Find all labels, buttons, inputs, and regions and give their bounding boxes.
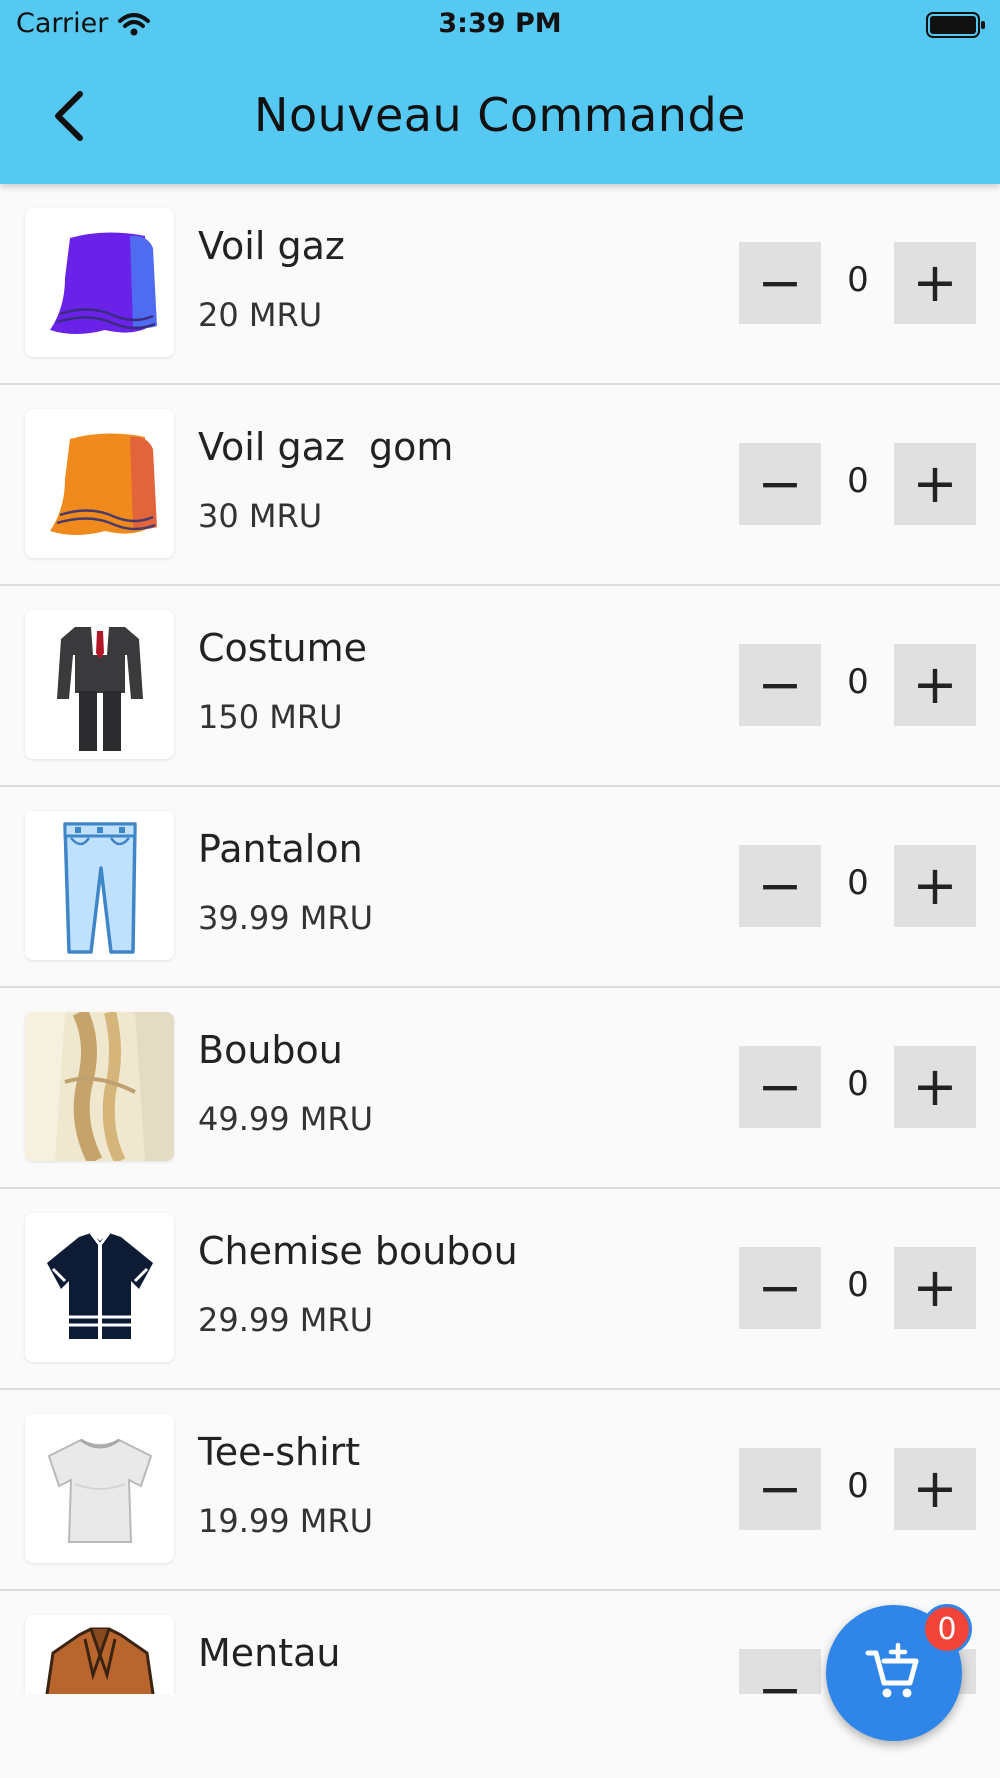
list-item: Pantalon 39.99 MRU − 0 +	[0, 787, 1000, 988]
product-image	[25, 1213, 174, 1362]
product-name: Boubou	[198, 1028, 343, 1072]
quantity-value: 0	[847, 863, 869, 903]
decrement-button[interactable]: −	[739, 1247, 821, 1329]
quantity-value: 0	[847, 1265, 869, 1305]
decrement-button[interactable]: −	[739, 443, 821, 525]
tshirt-icon	[47, 1438, 152, 1543]
list-item: Costume 150 MRU − 0 +	[0, 586, 1000, 787]
product-image	[25, 1414, 174, 1563]
product-name: Mentau	[198, 1631, 341, 1675]
product-price: 150 MRU	[198, 698, 343, 736]
increment-button[interactable]: +	[894, 644, 976, 726]
quantity-value: 0	[847, 1466, 869, 1506]
decrement-button[interactable]: −	[739, 1046, 821, 1128]
product-price: 20 MRU	[198, 296, 323, 334]
product-name: Pantalon	[198, 827, 363, 871]
orange-veil-icon	[49, 432, 157, 535]
product-name: Voil gaz gom	[198, 425, 454, 469]
product-image	[25, 610, 174, 759]
quantity-value: 0	[847, 461, 869, 501]
product-name: Costume	[198, 626, 367, 670]
product-list: Voil gaz 20 MRU − 0 + Voil gaz gom 30 MR…	[0, 184, 1000, 1694]
list-item: Tee-shirt 19.99 MRU − 0 +	[0, 1390, 1000, 1591]
product-price: 30 MRU	[198, 497, 323, 535]
increment-button[interactable]: +	[894, 1448, 976, 1530]
product-name: Tee-shirt	[198, 1430, 361, 1474]
decrement-button[interactable]: −	[739, 1649, 821, 1694]
decrement-button[interactable]: −	[739, 1448, 821, 1530]
product-name: Chemise boubou	[198, 1229, 518, 1273]
product-price: 19.99 MRU	[198, 1502, 374, 1540]
list-item: Voil gaz 20 MRU − 0 +	[0, 184, 1000, 385]
product-image	[25, 1615, 174, 1694]
shirt-icon	[46, 1231, 153, 1339]
blue-veil-icon	[49, 231, 157, 334]
app-bar: Carrier 3:39 PM Nouveau Commande	[0, 0, 1000, 184]
cart-count-badge: 0	[922, 1604, 972, 1654]
coat-icon	[44, 1627, 155, 1694]
decrement-button[interactable]: −	[739, 242, 821, 324]
increment-button[interactable]: +	[894, 242, 976, 324]
product-image	[25, 208, 174, 357]
increment-button[interactable]: +	[894, 1046, 976, 1128]
page-title: Nouveau Commande	[254, 88, 746, 142]
decrement-button[interactable]: −	[739, 845, 821, 927]
list-item: Voil gaz gom 30 MRU − 0 +	[0, 385, 1000, 586]
boubou-photo	[25, 1012, 174, 1161]
pants-icon	[62, 821, 137, 954]
product-name: Voil gaz	[198, 224, 345, 268]
product-price: 39.99 MRU	[198, 899, 374, 937]
decrement-button[interactable]: −	[739, 644, 821, 726]
battery-icon	[926, 12, 985, 38]
increment-button[interactable]: +	[894, 845, 976, 927]
quantity-value: 0	[847, 1064, 869, 1104]
list-item: Chemise boubou 29.99 MRU − 0 +	[0, 1189, 1000, 1390]
product-image	[25, 409, 174, 558]
product-image	[25, 1012, 174, 1161]
increment-button[interactable]: +	[894, 1247, 976, 1329]
list-item: Boubou 49.99 MRU − 0 +	[0, 988, 1000, 1189]
product-price: 29.99 MRU	[198, 1301, 374, 1339]
product-image	[25, 811, 174, 960]
quantity-value: 0	[847, 662, 869, 702]
increment-button[interactable]: +	[894, 443, 976, 525]
status-bar: Carrier 3:39 PM	[0, 0, 1000, 50]
product-price: 49.99 MRU	[198, 1100, 374, 1138]
add-to-cart-icon	[865, 1643, 919, 1698]
suit-icon	[56, 626, 143, 751]
quantity-value: 0	[847, 260, 869, 300]
status-time: 3:39 PM	[438, 8, 562, 39]
